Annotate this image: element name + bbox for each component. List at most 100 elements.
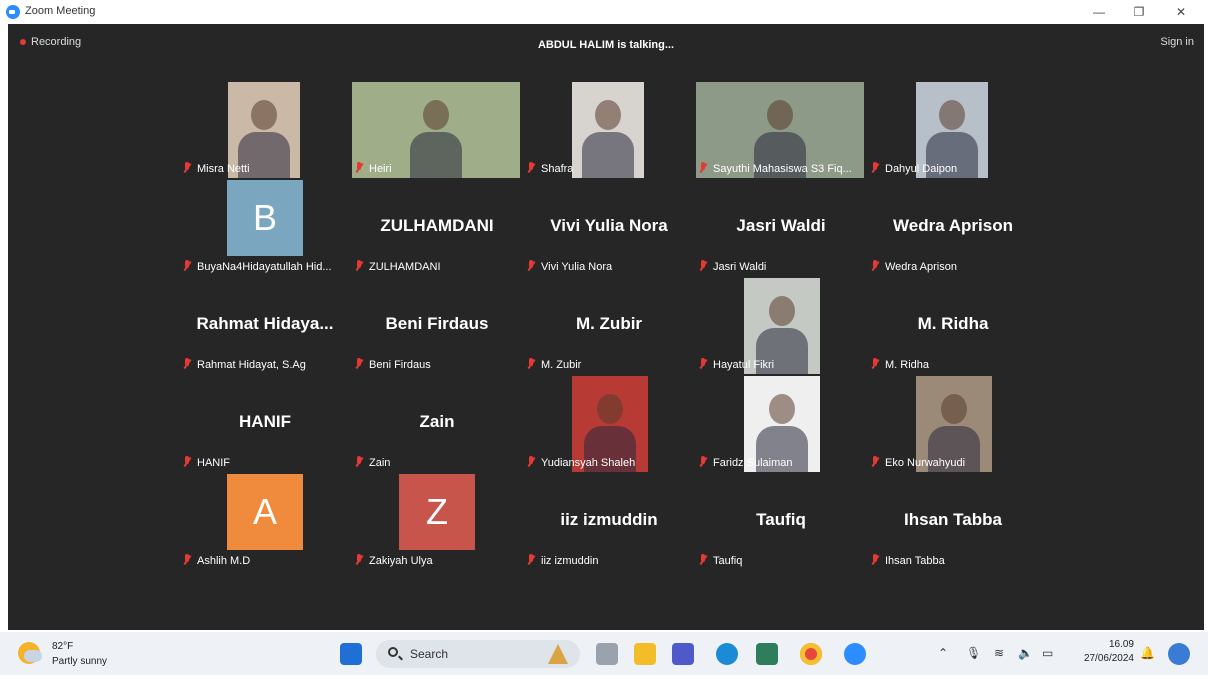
speaker-icon[interactable]: 🔈 <box>1018 646 1033 660</box>
participant-tile[interactable]: Sayuthi Mahasiswa S3 Fiq... <box>696 82 866 180</box>
participant-tile[interactable]: B BuyaNa4Hidayatullah Hid... <box>180 180 350 278</box>
participant-name-label: Dahyul Daipon <box>870 162 959 175</box>
participant-tile[interactable]: Vivi Yulia Nora Vivi Yulia Nora <box>524 180 694 278</box>
close-button[interactable]: ✕ <box>1164 2 1198 22</box>
chevron-up-icon[interactable]: ⌃ <box>938 646 948 660</box>
participant-display-name: Wedra Aprison <box>893 216 1013 235</box>
file-explorer-icon[interactable] <box>634 643 656 665</box>
participant-tile[interactable]: Faridz Sulaiman <box>696 376 866 474</box>
muted-mic-icon <box>182 358 192 370</box>
participant-name-label: M. Ridha <box>870 358 931 371</box>
zoom-icon[interactable] <box>844 643 866 665</box>
participant-tile[interactable]: M. Ridha M. Ridha <box>868 278 1038 376</box>
participant-tile[interactable]: Hayatul Fikri <box>696 278 866 376</box>
participant-display-name: M. Zubir <box>575 314 643 333</box>
sign-in-link[interactable]: Sign in <box>1160 36 1194 48</box>
weather-condition: Partly sunny <box>52 656 108 667</box>
participant-tile[interactable]: iiz izmuddin iiz izmuddin <box>524 474 694 572</box>
participant-tile[interactable]: Zain Zain <box>352 376 522 474</box>
muted-mic-icon <box>526 260 536 272</box>
participant-tile[interactable]: M. Zubir M. Zubir <box>524 278 694 376</box>
store-icon[interactable] <box>756 643 778 665</box>
participant-name-label: Wedra Aprison <box>870 260 959 273</box>
participant-tile[interactable]: Jasri Waldi Jasri Waldi <box>696 180 866 278</box>
cloud-icon <box>24 650 42 662</box>
zoom-app-icon <box>6 5 20 19</box>
participant-tile[interactable]: ZULHAMDANI ZULHAMDANI <box>352 180 522 278</box>
windows-start-icon[interactable] <box>340 643 362 665</box>
weather-temp: 82°F <box>52 641 74 652</box>
participant-name: Dahyul Daipon <box>885 163 958 175</box>
participant-tile[interactable]: Wedra Aprison Wedra Aprison <box>868 180 1038 278</box>
participant-display-name: ZULHAMDANI <box>380 216 494 235</box>
muted-mic-icon <box>354 162 364 174</box>
wifi-icon[interactable]: ≋ <box>994 646 1004 660</box>
person-silhouette <box>423 100 449 130</box>
participant-name: Heiri <box>369 163 392 175</box>
battery-icon[interactable]: ▭ <box>1042 646 1053 660</box>
person-silhouette <box>767 100 793 130</box>
participant-display-name: Ihsan Tabba <box>904 510 1002 529</box>
participant-display-name: Rahmat Hidaya... <box>196 314 334 333</box>
participant-tile[interactable]: Misra Netti <box>180 82 350 180</box>
participant-name: Zain <box>369 457 391 469</box>
system-clock[interactable]: 16.09 27/06/2024 <box>1068 638 1134 666</box>
participant-name: HANIF <box>197 457 230 469</box>
participant-name-label: iiz izmuddin <box>526 554 600 567</box>
participant-tile[interactable]: Dahyul Daipon <box>868 82 1038 180</box>
participant-name-label: Eko Nurwahyudi <box>870 456 967 469</box>
participant-name-label: ZULHAMDANI <box>354 260 443 273</box>
teams-icon[interactable] <box>672 643 694 665</box>
microphone-icon[interactable]: 🎙 <box>966 646 981 660</box>
participant-name-label: Shafra <box>526 162 575 175</box>
active-speaker-banner: ABDUL HALIM is talking... <box>537 39 675 51</box>
participant-name-label: Zain <box>354 456 392 469</box>
participant-name: Ihsan Tabba <box>885 555 945 567</box>
participant-name-label: Jasri Waldi <box>698 260 768 273</box>
participant-name-label: Taufiq <box>698 554 744 567</box>
muted-mic-icon <box>698 260 708 272</box>
participant-name: Zakiyah Ulya <box>369 555 433 567</box>
participant-name-label: Ashlih M.D <box>182 554 252 567</box>
participant-name: Sayuthi Mahasiswa S3 Fiq... <box>713 163 852 175</box>
participant-name-label: Zakiyah Ulya <box>354 554 435 567</box>
muted-mic-icon <box>526 358 536 370</box>
participant-tile[interactable]: Shafra <box>524 82 694 180</box>
chrome-icon[interactable] <box>800 643 822 665</box>
notification-bell-icon[interactable]: 🔔 <box>1140 646 1155 660</box>
copilot-icon[interactable] <box>1168 643 1190 665</box>
participant-name-label: M. Zubir <box>526 358 583 371</box>
search-label: Search <box>410 647 449 661</box>
search-icon <box>388 647 398 657</box>
task-view-icon[interactable] <box>596 643 618 665</box>
muted-mic-icon <box>354 260 364 272</box>
participant-tile[interactable]: Z Zakiyah Ulya <box>352 474 522 572</box>
participant-name: Ashlih M.D <box>197 555 251 567</box>
restore-button[interactable]: ❐ <box>1122 2 1156 22</box>
participant-tile[interactable]: Rahmat Hidaya... Rahmat Hidayat, S.Ag <box>180 278 350 376</box>
muted-mic-icon <box>182 162 192 174</box>
muted-mic-icon <box>870 162 880 174</box>
participant-tile[interactable]: Eko Nurwahyudi <box>868 376 1038 474</box>
taskbar-search[interactable]: Search <box>376 640 580 668</box>
participant-tile[interactable]: Beni Firdaus Beni Firdaus <box>352 278 522 376</box>
participant-tile[interactable]: Taufiq Taufiq <box>696 474 866 572</box>
muted-mic-icon <box>354 456 364 468</box>
muted-mic-icon <box>526 162 536 174</box>
muted-mic-icon <box>870 358 880 370</box>
participant-name: BuyaNa4Hidayatullah Hid... <box>197 261 332 273</box>
participant-video <box>572 82 644 178</box>
participant-tile[interactable]: Ihsan Tabba Ihsan Tabba <box>868 474 1038 572</box>
muted-mic-icon <box>698 358 708 370</box>
participant-tile[interactable]: Yudiansyah Shaleh <box>524 376 694 474</box>
participant-name-label: Hayatul Fikri <box>698 358 776 371</box>
participant-tile[interactable]: Heiri <box>352 82 522 180</box>
participant-avatar: A <box>227 474 303 550</box>
window-title-bar: Zoom Meeting — ❐ ✕ <box>0 0 1208 24</box>
participant-tile[interactable]: HANIF HANIF <box>180 376 350 474</box>
edge-icon[interactable] <box>716 643 738 665</box>
minimize-button[interactable]: — <box>1082 2 1116 22</box>
person-silhouette <box>941 394 967 424</box>
clock-date: 27/06/2024 <box>1083 653 1134 664</box>
participant-tile[interactable]: A Ashlih M.D <box>180 474 350 572</box>
